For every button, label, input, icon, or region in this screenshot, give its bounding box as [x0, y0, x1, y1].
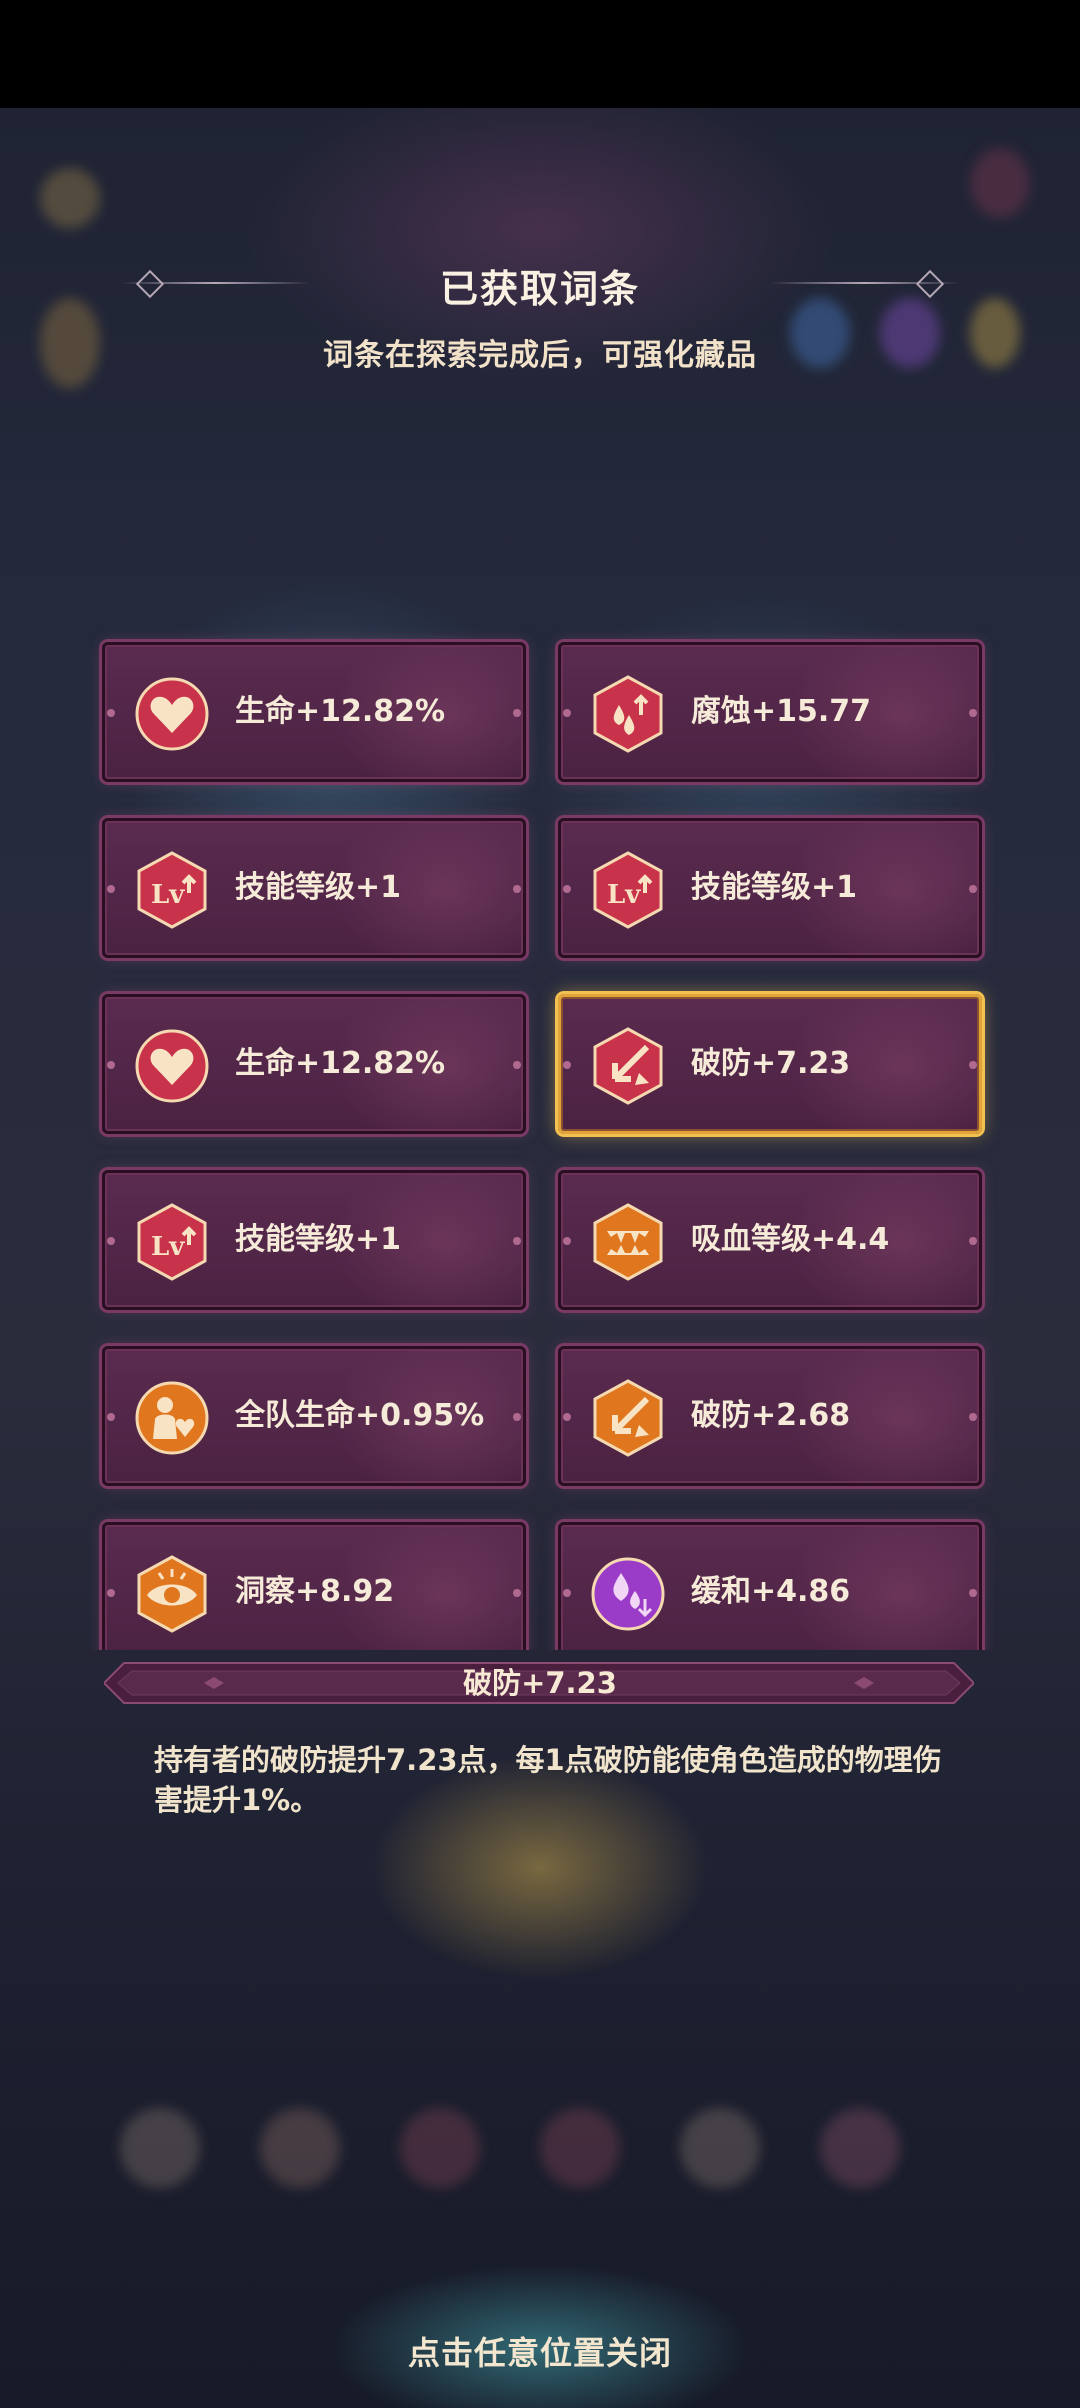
card-edge-dot: [107, 709, 115, 717]
detail-description: 持有者的破防提升7.23点，每1点破防能使角色造成的物理伤害提升1%。: [154, 1743, 942, 1817]
card-edge-dot: [513, 1061, 521, 1069]
card-edge-dot: [969, 1413, 977, 1421]
card-edge-dot: [969, 1589, 977, 1597]
card-edge-dot: [969, 709, 977, 717]
affix-label: 破防+2.68: [691, 1398, 851, 1433]
card-edge-dot: [107, 1237, 115, 1245]
affix-card[interactable]: 破防+7.23: [558, 994, 982, 1134]
svg-text:Lv: Lv: [607, 880, 641, 910]
affix-label: 洞察+8.92: [235, 1574, 395, 1609]
team-health-icon: [135, 1381, 209, 1455]
card-edge-dot: [563, 709, 571, 717]
affix-label: 生命+12.82%: [235, 1046, 446, 1081]
card-edge-dot: [563, 1237, 571, 1245]
affix-label: 全队生命+0.95%: [235, 1398, 485, 1433]
affix-card[interactable]: 洞察+8.92: [102, 1522, 526, 1650]
skill-level-up-icon: Lv: [593, 851, 663, 929]
affix-card[interactable]: 缓和+4.86: [558, 1522, 982, 1650]
affix-card[interactable]: 生命+12.82%: [102, 994, 526, 1134]
affix-label: 技能等级+1: [235, 1222, 402, 1257]
affix-label: 生命+12.82%: [235, 694, 446, 729]
card-edge-dot: [969, 885, 977, 893]
affix-card[interactable]: Lv 技能等级+1: [102, 818, 526, 958]
card-edge-dot: [107, 1413, 115, 1421]
affix-card[interactable]: Lv 技能等级+1: [558, 818, 982, 958]
armor-break-arrow-icon: [593, 1027, 663, 1105]
card-edge-dot: [513, 885, 521, 893]
heart-icon: [135, 677, 209, 751]
affix-label: 技能等级+1: [691, 870, 858, 905]
card-edge-dot: [513, 1237, 521, 1245]
affix-label: 缓和+4.86: [691, 1574, 851, 1609]
affix-card[interactable]: 破防+2.68: [558, 1346, 982, 1486]
card-edge-dot: [969, 1237, 977, 1245]
lifesteal-fangs-icon: [593, 1203, 663, 1281]
panel-title: 已获取词条: [439, 267, 640, 311]
affix-card[interactable]: 吸血等级+4.4: [558, 1170, 982, 1310]
skill-level-up-icon: Lv: [137, 851, 207, 929]
card-edge-dot: [563, 885, 571, 893]
affix-card[interactable]: Lv 技能等级+1: [102, 1170, 526, 1310]
status-bar: [0, 0, 1080, 108]
card-edge-dot: [107, 1589, 115, 1597]
card-edge-dot: [513, 1413, 521, 1421]
affix-card[interactable]: 全队生命+0.95%: [102, 1346, 526, 1486]
card-edge-dot: [563, 1589, 571, 1597]
affix-grid: 生命+12.82% 腐蚀+15.77 Lv 技能等级+1 Lv 技能等级+1 生命+12.8…: [90, 630, 1000, 1650]
affix-card[interactable]: 生命+12.82%: [102, 642, 526, 782]
card-edge-dot: [969, 1061, 977, 1069]
corrosion-drops-icon: [593, 675, 663, 753]
tap-to-close-hint[interactable]: 点击任意位置关闭: [0, 2328, 1080, 2374]
card-edge-dot: [107, 1061, 115, 1069]
detail-name: 破防+7.23: [463, 1666, 617, 1700]
affix-label: 技能等级+1: [235, 870, 402, 905]
card-edge-dot: [563, 1061, 571, 1069]
card-edge-dot: [107, 885, 115, 893]
ease-drops-icon: [591, 1557, 665, 1631]
armor-break-arrow-icon: [593, 1379, 663, 1457]
skill-level-up-icon: Lv: [137, 1203, 207, 1281]
affix-label: 吸血等级+4.4: [691, 1222, 890, 1257]
affix-label: 腐蚀+15.77: [691, 694, 872, 729]
card-edge-dot: [513, 1589, 521, 1597]
panel-subtitle: 词条在探索完成后，可强化藏品: [323, 338, 757, 373]
affix-label: 破防+7.23: [691, 1046, 851, 1081]
heart-icon: [135, 1029, 209, 1103]
svg-text:Lv: Lv: [151, 880, 185, 910]
card-edge-dot: [563, 1413, 571, 1421]
svg-text:Lv: Lv: [151, 1232, 185, 1262]
card-edge-dot: [513, 709, 521, 717]
affix-card[interactable]: 腐蚀+15.77: [558, 642, 982, 782]
insight-eye-icon: [137, 1555, 207, 1633]
